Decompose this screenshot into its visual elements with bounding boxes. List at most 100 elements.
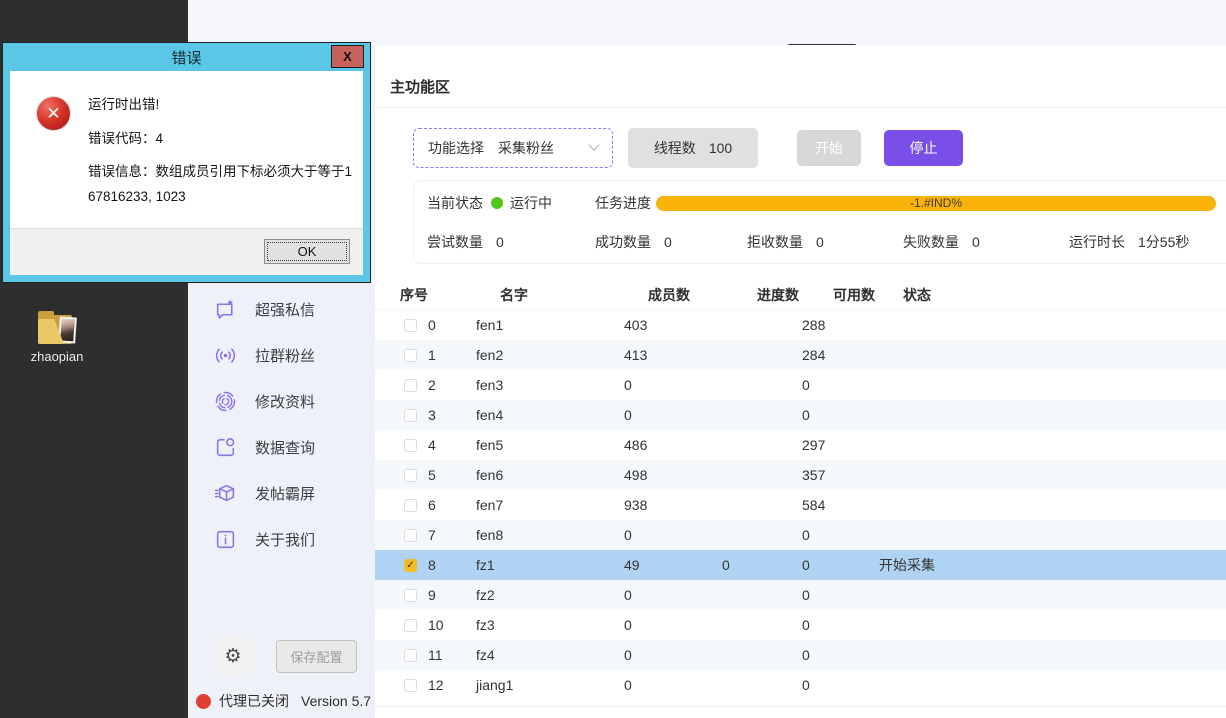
ok-button[interactable]: OK bbox=[264, 239, 350, 264]
column-header-status: 状态 bbox=[903, 285, 1226, 305]
save-config-button[interactable]: 保存配置 bbox=[276, 640, 357, 673]
cell-members: 403 bbox=[624, 317, 722, 333]
row-checkbox[interactable] bbox=[404, 499, 417, 512]
start-button[interactable]: 开始 bbox=[797, 130, 861, 166]
table-row[interactable]: 11 fz4 0 0 bbox=[375, 640, 1226, 670]
cell-no: 8 bbox=[428, 557, 476, 573]
table-row[interactable]: ✓ 8 fz1 49 0 0 开始采集 bbox=[375, 550, 1226, 580]
row-checkbox[interactable] bbox=[404, 589, 417, 602]
sidebar-item-label: 修改资料 bbox=[255, 391, 315, 412]
main-panel: 主功能区 功能选择 采集粉丝 线程数 100 开始 停止 当前状态 运行中 任务… bbox=[375, 45, 1226, 718]
sidebar-item-about-us[interactable]: 关于我们 bbox=[188, 523, 375, 555]
function-select-dropdown[interactable]: 功能选择 采集粉丝 bbox=[413, 128, 613, 168]
table-row[interactable]: 7 fen8 0 0 bbox=[375, 520, 1226, 550]
row-checkbox[interactable] bbox=[404, 379, 417, 392]
column-header-members: 成员数 bbox=[648, 285, 757, 305]
sidebar-item-label: 拉群粉丝 bbox=[255, 345, 315, 366]
row-checkbox[interactable] bbox=[404, 529, 417, 542]
sidebar-item-pull-group-fans[interactable]: 拉群粉丝 bbox=[188, 339, 375, 371]
table-row[interactable]: 12 jiang1 0 0 bbox=[375, 670, 1226, 700]
current-status-label: 当前状态 bbox=[427, 193, 483, 213]
table-row[interactable]: 4 fen5 486 297 bbox=[375, 430, 1226, 460]
table-row[interactable]: 9 fz2 0 0 bbox=[375, 580, 1226, 610]
row-checkbox[interactable] bbox=[404, 679, 417, 692]
cell-name: fen1 bbox=[476, 317, 624, 333]
cell-no: 6 bbox=[428, 497, 476, 513]
row-checkbox[interactable] bbox=[404, 319, 417, 332]
close-button[interactable]: X bbox=[331, 45, 364, 68]
table-header: 序号 名字 成员数 进度数 可用数 状态 bbox=[375, 280, 1226, 310]
error-dialog-titlebar[interactable]: 错误 bbox=[10, 43, 363, 71]
contact-card-icon bbox=[214, 436, 237, 459]
fingerprint-icon bbox=[214, 390, 237, 413]
row-checkbox[interactable] bbox=[404, 349, 417, 362]
cell-name: fen3 bbox=[476, 377, 624, 393]
sidebar-item-private-message[interactable]: 超强私信 bbox=[188, 293, 375, 325]
stop-button[interactable]: 停止 bbox=[884, 130, 963, 166]
top-band bbox=[188, 0, 1226, 45]
table-row[interactable]: 2 fen3 0 0 bbox=[375, 370, 1226, 400]
cell-no: 11 bbox=[428, 647, 476, 663]
cell-members: 0 bbox=[624, 587, 722, 603]
cell-members: 0 bbox=[624, 647, 722, 663]
cell-name: fen6 bbox=[476, 467, 624, 483]
row-checkbox[interactable] bbox=[404, 619, 417, 632]
sidebar-item-data-query[interactable]: 数据查询 bbox=[188, 431, 375, 463]
cell-no: 7 bbox=[428, 527, 476, 543]
table-row[interactable]: 6 fen7 938 584 bbox=[375, 490, 1226, 520]
error-line: 运行时出错! bbox=[88, 93, 159, 113]
row-checkbox[interactable] bbox=[404, 439, 417, 452]
row-checkbox[interactable] bbox=[404, 409, 417, 422]
cell-name: fz3 bbox=[476, 617, 624, 633]
cell-name: fz2 bbox=[476, 587, 624, 603]
table-row[interactable]: 0 fen1 403 288 bbox=[375, 310, 1226, 340]
close-icon: X bbox=[343, 49, 352, 64]
cell-no: 2 bbox=[428, 377, 476, 393]
cell-available: 0 bbox=[802, 677, 879, 693]
sidebar-item-label: 数据查询 bbox=[255, 437, 315, 458]
version-text: Version 5.7 bbox=[301, 693, 371, 709]
table-row[interactable]: 5 fen6 498 357 bbox=[375, 460, 1226, 490]
cell-name: fen5 bbox=[476, 437, 624, 453]
table-body: 0 fen1 403 288 1 fen2 413 284 2 fen3 0 0… bbox=[375, 310, 1226, 700]
row-checkbox[interactable] bbox=[404, 649, 417, 662]
cell-no: 10 bbox=[428, 617, 476, 633]
cell-name: fen8 bbox=[476, 527, 624, 543]
column-header-no: 序号 bbox=[400, 285, 500, 305]
cell-no: 0 bbox=[428, 317, 476, 333]
row-checkbox[interactable] bbox=[404, 469, 417, 482]
sidebar-item-modify-profile[interactable]: 修改资料 bbox=[188, 385, 375, 417]
current-status-value: 运行中 bbox=[510, 193, 552, 213]
cell-available: 284 bbox=[802, 347, 879, 363]
settings-button[interactable]: ⚙ bbox=[213, 636, 253, 676]
zhaopian-folder[interactable]: zhaopian bbox=[26, 308, 88, 364]
progress-bar: -1.#IND% bbox=[656, 196, 1216, 211]
page-title: 主功能区 bbox=[390, 76, 450, 97]
chat-star-icon bbox=[214, 298, 237, 321]
table-row[interactable]: 3 fen4 0 0 bbox=[375, 400, 1226, 430]
stat-rejected: 拒收数量0 bbox=[747, 232, 824, 252]
cell-no: 9 bbox=[428, 587, 476, 603]
error-line: 67816233, 1023 bbox=[88, 189, 186, 204]
thread-count-input[interactable]: 线程数 100 bbox=[628, 128, 758, 168]
cell-available: 0 bbox=[802, 647, 879, 663]
row-checkbox[interactable]: ✓ bbox=[404, 559, 417, 572]
sidebar-item-post-flood[interactable]: 发帖霸屏 bbox=[188, 477, 375, 509]
table-row[interactable]: 1 fen2 413 284 bbox=[375, 340, 1226, 370]
table-row[interactable]: 10 fz3 0 0 bbox=[375, 610, 1226, 640]
accounts-table: 序号 名字 成员数 进度数 可用数 状态 0 fen1 403 288 1 fe… bbox=[375, 280, 1226, 700]
chevron-down-icon bbox=[588, 140, 599, 151]
error-dialog: 错误 X ✕ 运行时出错! 错误代码：4 错误信息：数组成员引用下标必须大于等于… bbox=[2, 42, 371, 283]
error-dialog-content: ✕ 运行时出错! 错误代码：4 错误信息：数组成员引用下标必须大于等于1 678… bbox=[10, 71, 363, 228]
proxy-status-text: 代理已关闭 bbox=[219, 691, 289, 711]
function-select-value: 采集粉丝 bbox=[498, 138, 554, 158]
cell-available: 0 bbox=[802, 527, 879, 543]
proxy-status-dot bbox=[196, 694, 211, 709]
cell-name: fz1 bbox=[476, 557, 624, 573]
cell-members: 413 bbox=[624, 347, 722, 363]
cell-available: 357 bbox=[802, 467, 879, 483]
cell-available: 0 bbox=[802, 557, 879, 573]
cell-available: 0 bbox=[802, 617, 879, 633]
error-dialog-title: 错误 bbox=[171, 47, 201, 68]
cell-members: 0 bbox=[624, 677, 722, 693]
